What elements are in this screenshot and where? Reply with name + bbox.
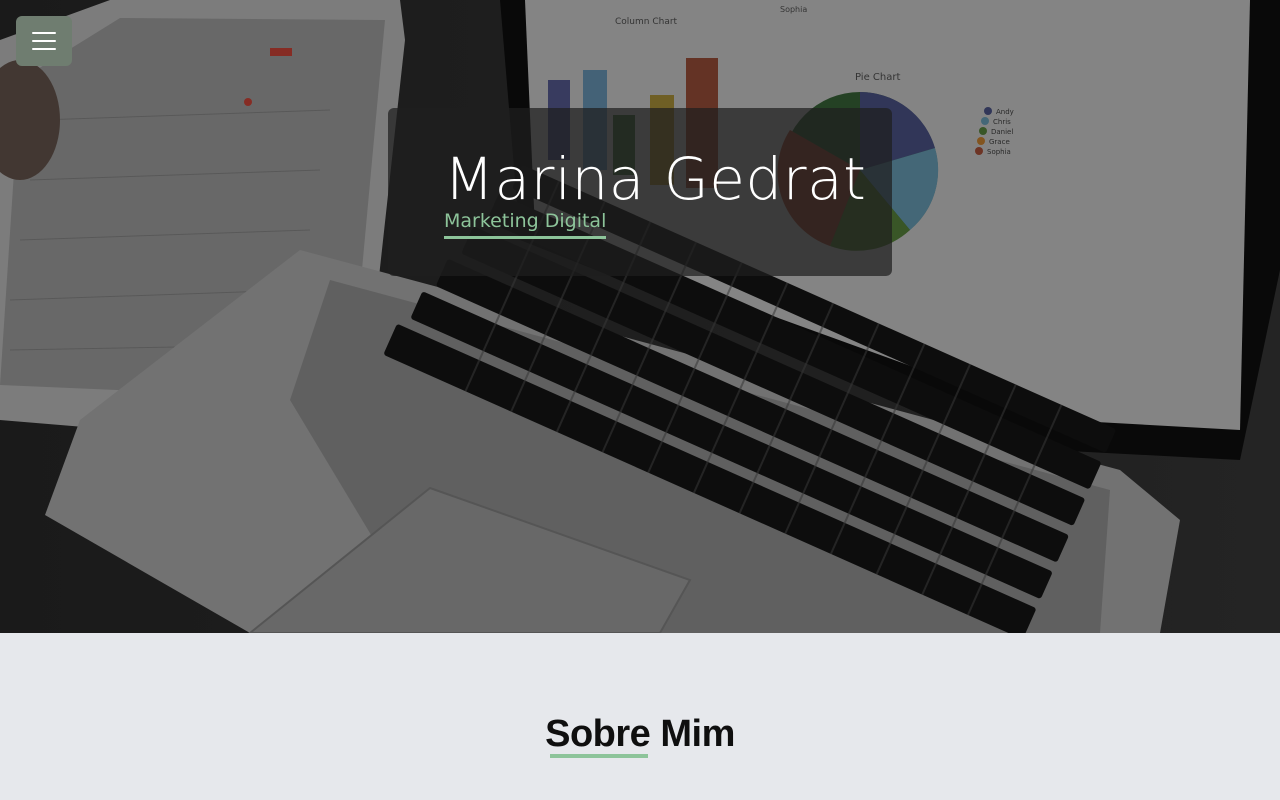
hero-dark-overlay — [0, 0, 1280, 633]
hamburger-icon — [32, 32, 56, 34]
hero-title-card: Marina Gedrat Marketing Digital — [388, 108, 892, 276]
hero-section: Column Chart Pie Chart Sophia Andy Chris… — [0, 0, 1280, 633]
hamburger-icon-line — [32, 48, 56, 50]
about-section: Sobre Mim — [0, 633, 1280, 800]
about-heading: Sobre Mim — [545, 713, 735, 755]
person-role: Marketing Digital — [444, 208, 607, 239]
hamburger-icon-line — [32, 40, 56, 42]
heading-underline — [550, 754, 648, 758]
person-name: Marina Gedrat — [444, 145, 867, 213]
menu-button[interactable] — [16, 16, 72, 66]
